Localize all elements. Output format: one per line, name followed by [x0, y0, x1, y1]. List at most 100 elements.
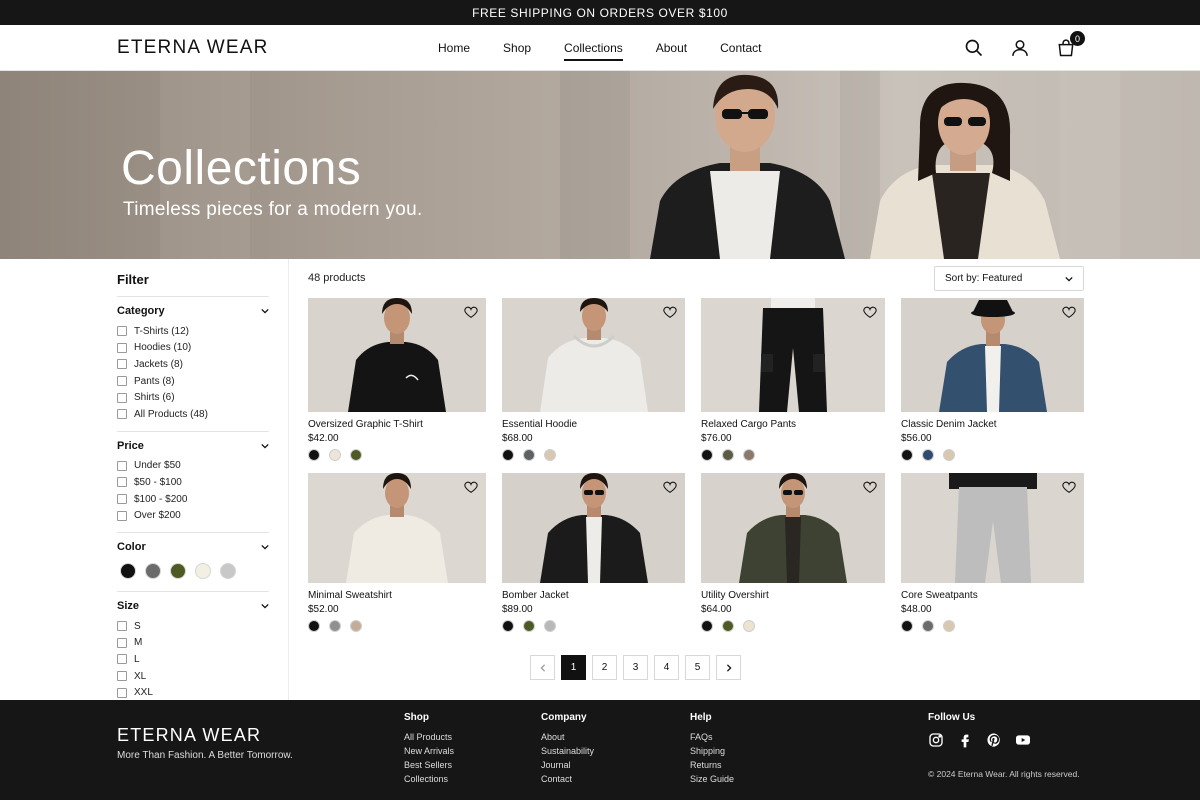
footer-link[interactable]: Collections	[404, 772, 454, 786]
product-name[interactable]: Classic Denim Jacket	[901, 419, 1084, 430]
filter-option-jackets[interactable]: Jackets (8)	[117, 356, 269, 373]
product-name[interactable]: Essential Hoodie	[502, 419, 685, 430]
pagination-page-4[interactable]: 4	[654, 655, 679, 680]
checkbox[interactable]	[117, 326, 127, 337]
filter-option-pants[interactable]: Pants (8)	[117, 373, 269, 390]
product-color-swatch[interactable]	[743, 449, 755, 461]
sort-dropdown[interactable]: Sort by: Featured	[934, 266, 1084, 291]
product-color-swatch[interactable]	[502, 449, 514, 461]
product-color-swatch[interactable]	[943, 620, 955, 632]
wishlist-heart-icon[interactable]	[463, 304, 479, 320]
product-color-swatch[interactable]	[329, 449, 341, 461]
color-swatch-gray[interactable]	[145, 562, 161, 579]
filter-option-over-200[interactable]: Over $200	[117, 507, 269, 524]
user-icon[interactable]	[1010, 38, 1030, 58]
facebook-icon[interactable]	[957, 732, 973, 748]
cart-button[interactable]: 0	[1056, 31, 1085, 58]
product-image[interactable]	[308, 473, 486, 583]
footer-link[interactable]: Size Guide	[690, 772, 734, 786]
product-card[interactable]: Utility Overshirt $64.00	[701, 473, 885, 648]
wishlist-heart-icon[interactable]	[1061, 304, 1077, 320]
footer-link[interactable]: All Products	[404, 730, 454, 744]
checkbox[interactable]	[117, 376, 127, 387]
wishlist-heart-icon[interactable]	[862, 304, 878, 320]
color-swatch-light-gray[interactable]	[220, 562, 236, 579]
checkbox[interactable]	[117, 687, 127, 698]
nav-home[interactable]: Home	[438, 25, 470, 71]
product-name[interactable]: Oversized Graphic T-Shirt	[308, 419, 486, 430]
checkbox[interactable]	[117, 409, 127, 420]
pagination-page-1[interactable]: 1	[561, 655, 586, 680]
product-card[interactable]: Oversized Graphic T-Shirt $42.00	[308, 298, 486, 473]
filter-option-size-s[interactable]: S	[117, 618, 269, 635]
product-color-swatch[interactable]	[502, 620, 514, 632]
product-color-swatch[interactable]	[901, 449, 913, 461]
product-color-swatch[interactable]	[922, 449, 934, 461]
wishlist-heart-icon[interactable]	[662, 304, 678, 320]
footer-link[interactable]: Shipping	[690, 744, 734, 758]
pagination-next-button[interactable]	[716, 655, 741, 680]
checkbox[interactable]	[117, 654, 127, 665]
product-card[interactable]: Classic Denim Jacket $56.00	[901, 298, 1084, 473]
filter-option-100-200[interactable]: $100 - $200	[117, 491, 269, 508]
checkbox[interactable]	[117, 637, 127, 648]
product-color-swatch[interactable]	[523, 449, 535, 461]
product-color-swatch[interactable]	[722, 449, 734, 461]
filter-option-all-products[interactable]: All Products (48)	[117, 406, 269, 423]
footer-link[interactable]: About	[541, 730, 594, 744]
checkbox[interactable]	[117, 477, 127, 488]
color-swatch-cream[interactable]	[195, 562, 211, 579]
nav-collections[interactable]: Collections	[564, 25, 623, 71]
checkbox[interactable]	[117, 342, 127, 353]
product-image[interactable]	[502, 473, 685, 583]
filter-option-tshirts[interactable]: T-Shirts (12)	[117, 323, 269, 340]
product-color-swatch[interactable]	[350, 620, 362, 632]
product-color-swatch[interactable]	[901, 620, 913, 632]
product-color-swatch[interactable]	[701, 620, 713, 632]
product-image[interactable]	[701, 298, 885, 412]
product-color-swatch[interactable]	[544, 620, 556, 632]
product-color-swatch[interactable]	[308, 620, 320, 632]
footer-link[interactable]: New Arrivals	[404, 744, 454, 758]
filter-option-hoodies[interactable]: Hoodies (10)	[117, 340, 269, 357]
product-image[interactable]	[308, 298, 486, 412]
product-card[interactable]: Essential Hoodie $68.00	[502, 298, 685, 473]
product-image[interactable]	[502, 298, 685, 412]
color-swatch-black[interactable]	[120, 562, 136, 579]
product-name[interactable]: Core Sweatpants	[901, 590, 1084, 601]
product-color-swatch[interactable]	[329, 620, 341, 632]
filter-option-50-100[interactable]: $50 - $100	[117, 474, 269, 491]
checkbox[interactable]	[117, 460, 127, 471]
color-swatch-olive[interactable]	[170, 562, 186, 579]
pagination-prev-button[interactable]	[530, 655, 555, 680]
checkbox[interactable]	[117, 510, 127, 521]
filter-option-size-l[interactable]: L	[117, 651, 269, 668]
brand-logo[interactable]: ETERNA WEAR	[117, 37, 269, 59]
product-color-swatch[interactable]	[943, 449, 955, 461]
filter-option-size-m[interactable]: M	[117, 635, 269, 652]
footer-link[interactable]: Contact	[541, 772, 594, 786]
footer-link[interactable]: Sustainability	[541, 744, 594, 758]
footer-link[interactable]: Returns	[690, 758, 734, 772]
product-color-swatch[interactable]	[701, 449, 713, 461]
product-color-swatch[interactable]	[308, 449, 320, 461]
filter-size-toggle[interactable]: Size	[117, 600, 269, 612]
pagination-page-5[interactable]: 5	[685, 655, 710, 680]
pagination-page-3[interactable]: 3	[623, 655, 648, 680]
pagination-page-2[interactable]: 2	[592, 655, 617, 680]
wishlist-heart-icon[interactable]	[463, 479, 479, 495]
filter-price-toggle[interactable]: Price	[117, 440, 269, 452]
filter-option-size-xl[interactable]: XL	[117, 668, 269, 685]
filter-color-toggle[interactable]: Color	[117, 541, 269, 553]
search-icon[interactable]	[964, 38, 984, 58]
nav-about[interactable]: About	[656, 25, 687, 71]
wishlist-heart-icon[interactable]	[662, 479, 678, 495]
filter-category-toggle[interactable]: Category	[117, 305, 269, 317]
youtube-icon[interactable]	[1015, 732, 1031, 748]
product-color-swatch[interactable]	[544, 449, 556, 461]
wishlist-heart-icon[interactable]	[1061, 479, 1077, 495]
product-card[interactable]: Bomber Jacket $89.00	[502, 473, 685, 648]
product-card[interactable]: Minimal Sweatshirt $52.00	[308, 473, 486, 648]
footer-link[interactable]: Journal	[541, 758, 594, 772]
wishlist-heart-icon[interactable]	[862, 479, 878, 495]
